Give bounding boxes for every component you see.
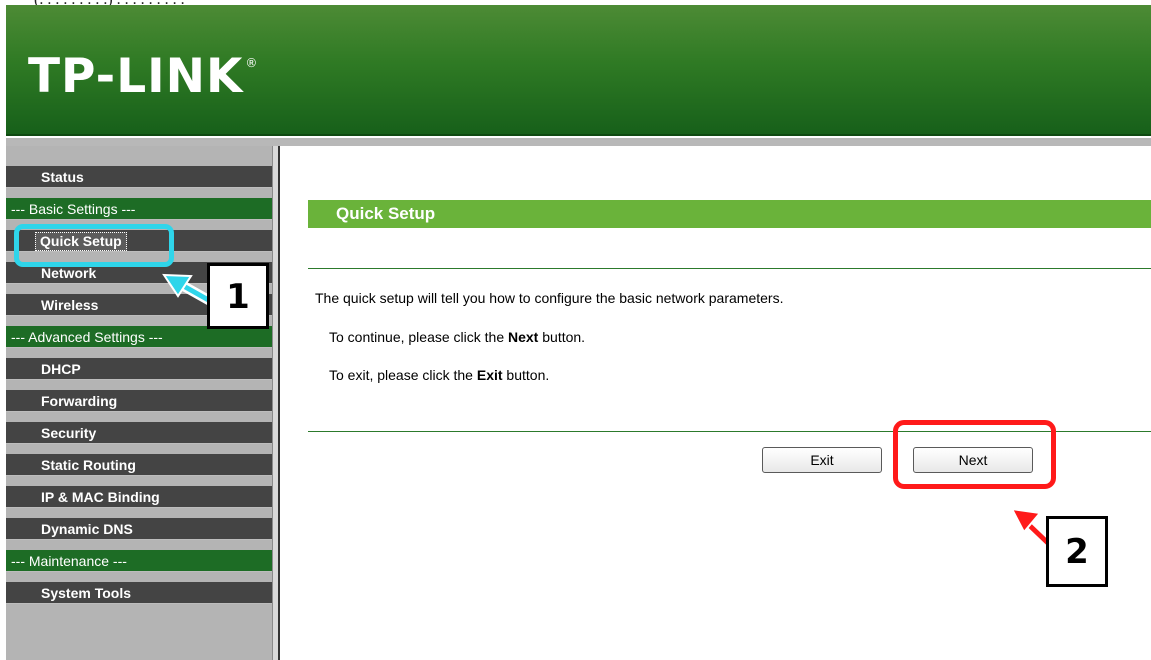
sidebar-item-label: Network	[41, 265, 97, 281]
header-banner: TP-LINK ®	[6, 5, 1151, 136]
sidebar-section-advanced-settings: --- Advanced Settings ---	[6, 326, 272, 348]
intro-text-label: The quick setup will tell you how to con…	[315, 290, 784, 306]
annotation-step-1-badge: 1	[207, 263, 269, 329]
sidebar-section-label: --- Advanced Settings ---	[11, 329, 163, 345]
sidebar-item-label: Security	[41, 425, 97, 441]
tp-link-logo: TP-LINK ®	[28, 53, 258, 100]
annotation-arrow-2	[1010, 507, 1055, 550]
sidebar-section-basic-settings: --- Basic Settings ---	[6, 198, 272, 220]
header-separator	[6, 138, 1151, 146]
continue-text-post: button.	[538, 329, 586, 345]
sidebar-item-label: Status	[41, 169, 84, 185]
sidebar-item-label: Static Routing	[41, 457, 136, 473]
sidebar-section-label: --- Maintenance ---	[11, 553, 127, 569]
sidebar-item-label: DHCP	[41, 361, 81, 377]
annotation-step-1-number: 1	[226, 277, 250, 317]
continue-text-next: Next	[508, 329, 539, 345]
exit-button[interactable]: Exit	[762, 447, 882, 473]
sidebar-item-label: Forwarding	[41, 393, 118, 409]
exit-text-post: button.	[502, 367, 550, 383]
sidebar-item-status[interactable]: Status	[6, 166, 272, 188]
sidebar-item-security[interactable]: Security	[6, 422, 272, 444]
exit-text-exit: Exit	[476, 367, 503, 383]
annotation-highlight-quick-setup	[14, 224, 174, 267]
sidebar-item-label: Wireless	[41, 297, 99, 313]
registered-mark: ®	[245, 56, 259, 70]
logo-text: TP-LINK	[28, 49, 244, 104]
sidebar-item-forwarding[interactable]: Forwarding	[6, 390, 272, 412]
sidebar-section-label: --- Basic Settings ---	[11, 201, 136, 217]
continue-text: To continue, please click the Next butto…	[329, 329, 585, 345]
annotation-step-2-badge: 2	[1046, 516, 1108, 587]
sidebar-item-label: IP & MAC Binding	[41, 489, 160, 505]
sidebar-item-ip-mac-binding[interactable]: IP & MAC Binding	[6, 486, 272, 508]
sidebar-item-dhcp[interactable]: DHCP	[6, 358, 272, 380]
content-divider-top	[308, 268, 1151, 269]
sidebar-section-maintenance: --- Maintenance ---	[6, 550, 272, 572]
page-title-bar: Quick Setup	[308, 200, 1151, 228]
sidebar-item-label: Dynamic DNS	[41, 521, 133, 537]
exit-text-pre: To exit, please click the	[329, 367, 477, 383]
sidebar-item-dynamic-dns[interactable]: Dynamic DNS	[6, 518, 272, 540]
sidebar-item-label: System Tools	[41, 585, 131, 601]
page-title: Quick Setup	[336, 204, 436, 223]
annotation-highlight-next	[893, 420, 1056, 489]
sidebar-item-static-routing[interactable]: Static Routing	[6, 454, 272, 476]
continue-text-pre: To continue, please click the	[329, 329, 508, 345]
intro-text: The quick setup will tell you how to con…	[315, 290, 783, 306]
exit-text: To exit, please click the Exit button.	[329, 367, 549, 383]
sidebar-item-system-tools[interactable]: System Tools	[6, 582, 272, 604]
annotation-step-2-number: 2	[1065, 532, 1089, 572]
frame-divider-edge	[278, 146, 280, 660]
